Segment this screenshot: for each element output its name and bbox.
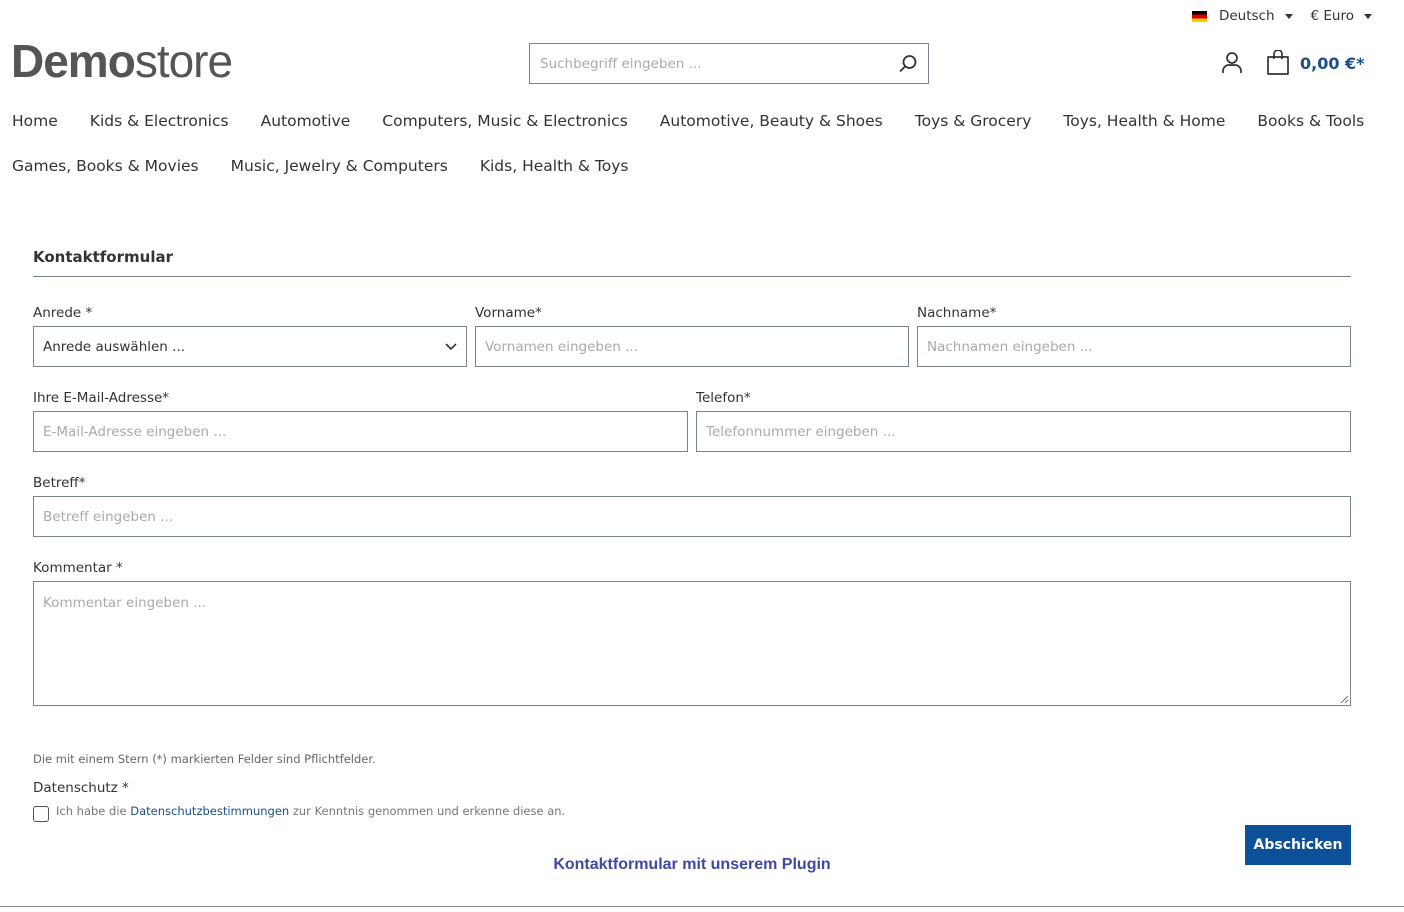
nav-item[interactable]: Games, Books & Movies: [12, 157, 199, 175]
nav-item[interactable]: Home: [12, 112, 58, 130]
topbar: Deutsch € Euro: [1191, 8, 1372, 24]
search-box: [529, 43, 929, 84]
nav-item[interactable]: Kids, Health & Toys: [480, 157, 629, 175]
privacy-checkbox[interactable]: [33, 806, 49, 822]
lastname-label: Nachname*: [917, 305, 997, 321]
privacy-policy-link[interactable]: Datenschutzbestimmungen: [130, 804, 289, 818]
nav-item[interactable]: Toys & Grocery: [915, 112, 1032, 130]
phone-input[interactable]: Telefonnummer eingeben ...: [696, 411, 1351, 452]
search-icon[interactable]: [898, 54, 918, 74]
main-nav-row-1: Home Kids & Electronics Automotive Compu…: [12, 112, 1364, 130]
nav-item[interactable]: Kids & Electronics: [90, 112, 229, 130]
nav-item[interactable]: Automotive, Beauty & Shoes: [660, 112, 883, 130]
email-input[interactable]: E-Mail-Adresse eingeben ...: [33, 411, 688, 452]
currency-dropdown[interactable]: € Euro: [1311, 8, 1372, 24]
bottom-divider: [0, 906, 1404, 907]
firstname-placeholder: Vornamen eingeben ...: [485, 338, 638, 355]
phone-placeholder: Telefonnummer eingeben ...: [706, 423, 896, 440]
account-icon[interactable]: [1222, 52, 1242, 74]
logo[interactable]: Demostore: [11, 34, 233, 88]
email-label: Ihre E-Mail-Adresse*: [33, 390, 170, 406]
subject-input[interactable]: Betreff eingeben ...: [33, 496, 1351, 537]
salutation-select[interactable]: Anrede auswählen ...: [33, 326, 467, 367]
cart-button[interactable]: 0,00 €*: [1266, 50, 1365, 76]
plugin-link[interactable]: Kontaktformular mit unserem Plugin: [0, 856, 1384, 874]
logo-light: store: [134, 35, 233, 87]
language-label: Deutsch: [1218, 8, 1275, 24]
caret-down-icon: [1284, 13, 1293, 19]
resize-handle-icon[interactable]: [1340, 695, 1349, 704]
lastname-placeholder: Nachnamen eingeben ...: [927, 338, 1093, 355]
phone-label: Telefon*: [696, 390, 751, 406]
privacy-text-before: Ich habe die: [56, 804, 131, 818]
nav-item[interactable]: Music, Jewelry & Computers: [231, 157, 448, 175]
email-placeholder: E-Mail-Adresse eingeben ...: [43, 423, 227, 440]
german-flag-icon: [1191, 10, 1207, 22]
comment-label: Kommentar *: [33, 560, 123, 576]
nav-item[interactable]: Toys, Health & Home: [1063, 112, 1225, 130]
salutation-label: Anrede *: [33, 305, 93, 321]
comment-placeholder: Kommentar eingeben ...: [43, 595, 207, 611]
nav-item[interactable]: Automotive: [261, 112, 351, 130]
privacy-label: Datenschutz *: [33, 780, 129, 796]
subject-placeholder: Betreff eingeben ...: [43, 508, 174, 525]
firstname-input[interactable]: Vornamen eingeben ...: [475, 326, 909, 367]
subject-label: Betreff*: [33, 475, 86, 491]
chevron-down-icon: [445, 342, 457, 350]
language-dropdown[interactable]: Deutsch: [1191, 8, 1293, 24]
search-input[interactable]: [540, 55, 898, 72]
main-nav-row-2: Games, Books & Movies Music, Jewelry & C…: [12, 157, 628, 175]
form-title: Kontaktformular: [33, 248, 173, 266]
firstname-label: Vorname*: [475, 305, 542, 321]
required-note: Die mit einem Stern (*) markierten Felde…: [33, 752, 376, 766]
privacy-text-after: zur Kenntnis genommen und erkenne diese …: [289, 804, 566, 818]
nav-item[interactable]: Books & Tools: [1257, 112, 1364, 130]
divider: [33, 276, 1351, 277]
privacy-text: Ich habe die Datenschutzbestimmungen zur…: [56, 804, 565, 818]
salutation-value: Anrede auswählen ...: [43, 338, 186, 355]
lastname-input[interactable]: Nachnamen eingeben ...: [917, 326, 1351, 367]
caret-down-icon: [1364, 13, 1372, 19]
comment-textarea[interactable]: Kommentar eingeben ...: [33, 581, 1351, 706]
cart-total: 0,00 €*: [1300, 53, 1365, 73]
cart-bag-icon: [1267, 50, 1289, 75]
currency-label: € Euro: [1310, 8, 1354, 24]
logo-bold: Demo: [11, 35, 136, 87]
nav-item[interactable]: Computers, Music & Electronics: [382, 112, 628, 130]
